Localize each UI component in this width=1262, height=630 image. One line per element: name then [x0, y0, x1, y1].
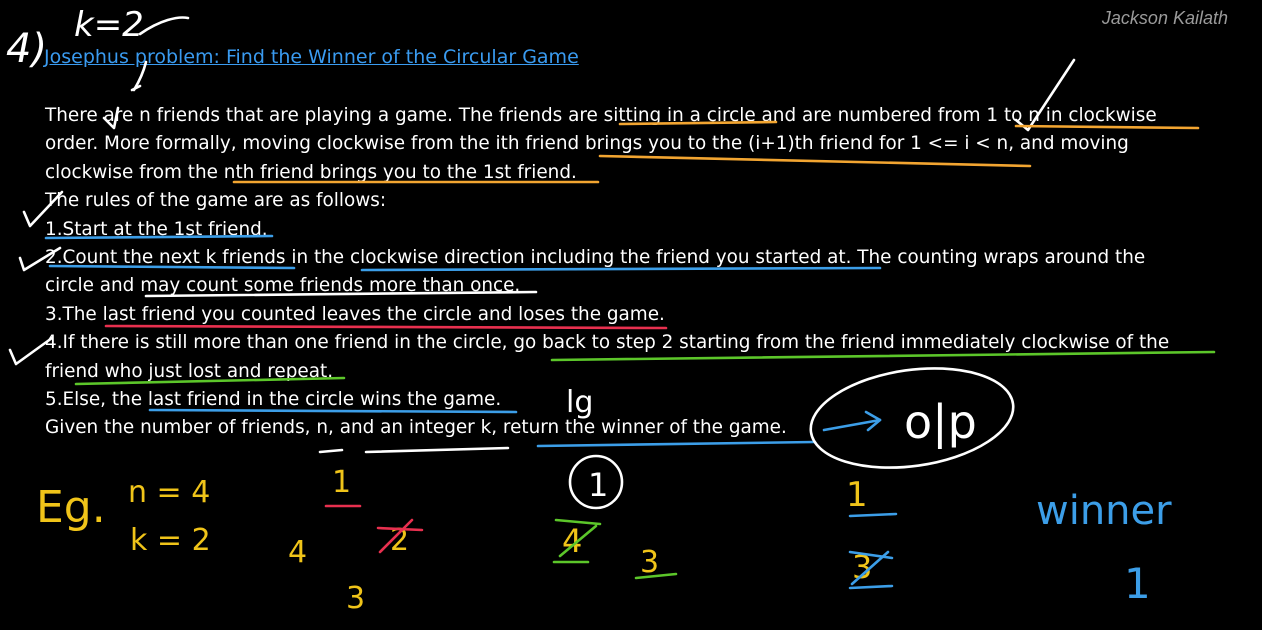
question-number-ink: 4) [6, 26, 47, 72]
k-note-swoosh [138, 16, 190, 36]
cross-mark [848, 550, 894, 590]
cross-mark [376, 518, 424, 554]
task-statement: Given the number of friends, n, and an i… [45, 417, 787, 439]
round2-circled: 1 [588, 466, 608, 504]
author-watermark: Jackson Kailath [1101, 8, 1228, 28]
rules-heading: The rules of the game are as follows: [45, 190, 387, 212]
round1-bottom: 3 [346, 581, 365, 616]
round1-left: 4 [288, 535, 307, 570]
winner-value-ink: 1 [1124, 559, 1151, 608]
round2-remaining: 3 [640, 545, 659, 580]
problem-title-link[interactable]: Josephus problem: Find the Winner of the… [44, 46, 579, 68]
cross-mark [552, 518, 602, 564]
rule-2-cont: circle and may count some friends more t… [45, 275, 521, 297]
rule-1: 1.Start at the 1st friend. [45, 218, 268, 240]
rule-4: 4.If there is still more than one friend… [45, 332, 1170, 354]
rule-5: 5.Else, the last friend in the circle wi… [45, 389, 502, 411]
winner-label-ink: winner [1036, 488, 1172, 534]
round2-crossed: 4 [562, 522, 582, 560]
circled-one [568, 454, 624, 510]
round1-right: 2 [390, 523, 409, 558]
problem-description: There are n friends that are playing a g… [45, 102, 1235, 443]
text-line: There are n friends that are playing a g… [45, 105, 1157, 126]
k-value-ink: k = 2 [130, 523, 211, 558]
underline-white [364, 446, 510, 454]
n-value-ink: n = 4 [128, 475, 210, 510]
round3-top: 1 [846, 475, 868, 515]
title-check-mark [130, 84, 142, 92]
rule-3: 3.The last friend you counted leaves the… [45, 303, 665, 325]
text-line: order. More formally, moving clockwise f… [45, 133, 1129, 155]
k-note-ink: k=2 [74, 5, 144, 45]
rule-4-cont: friend who just lost and repeat. [45, 360, 334, 382]
round1-top: 1 [332, 465, 351, 500]
rule-2: 2.Count the next k friends in the clockw… [45, 247, 1146, 269]
eg-label-ink: Eg. [36, 482, 106, 533]
text-line: clockwise from the nth friend brings you… [45, 161, 577, 183]
round3-crossed: 3 [852, 548, 872, 586]
